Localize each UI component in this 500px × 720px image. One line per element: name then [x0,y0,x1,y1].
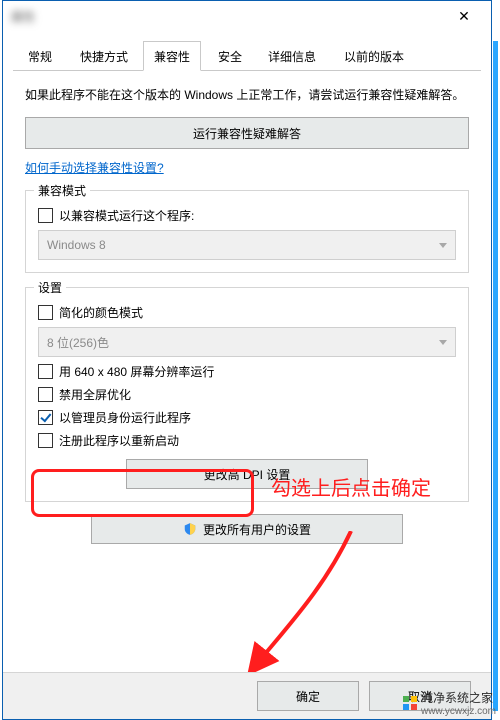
ok-button[interactable]: 确定 [257,681,359,711]
group-compat-legend: 兼容模式 [34,182,90,199]
change-all-users-button[interactable]: 更改所有用户的设置 [91,514,403,544]
checkbox-run-as-admin[interactable]: 以管理员身份运行此程序 [38,409,456,426]
shield-icon [183,522,197,536]
run-troubleshooter-button[interactable]: 运行兼容性疑难解答 [25,117,469,149]
decor-edge [493,41,498,711]
checkbox-compat-mode[interactable]: 以兼容模式运行这个程序: [38,207,456,224]
checkbox-label: 注册此程序以重新启动 [59,432,179,449]
window-title: 属性 [11,8,35,25]
checkbox-box [38,433,53,448]
watermark-logo-icon [403,696,417,710]
checkbox-label: 以兼容模式运行这个程序: [59,207,194,224]
color-depth-select: 8 位(256)色 [38,327,456,357]
group-compat-mode: 兼容模式 以兼容模式运行这个程序: Windows 8 [25,190,469,273]
tab-general[interactable]: 常规 [17,41,63,71]
close-icon: ✕ [458,8,470,25]
checkbox-disable-fullscreen-opt[interactable]: 禁用全屏优化 [38,386,456,403]
watermark: 纯净系统之家 www.ycwxjz.com [403,689,496,717]
close-button[interactable]: ✕ [445,4,483,28]
checkbox-640x480[interactable]: 用 640 x 480 屏幕分辨率运行 [38,363,456,380]
tab-panel-compatibility: 如果此程序不能在这个版本的 Windows 上正常工作，请尝试运行兼容性疑难解答… [3,71,491,544]
title-bar: 属性 ✕ [3,1,491,31]
tab-strip: 常规 快捷方式 兼容性 安全 详细信息 以前的版本 [13,37,481,71]
tab-compatibility[interactable]: 兼容性 [143,41,201,71]
checkbox-box-checked [38,410,53,425]
checkbox-box [38,305,53,320]
chevron-down-icon [439,340,447,345]
watermark-url: www.ycwxjz.com [421,706,496,717]
checkbox-label: 禁用全屏优化 [59,386,131,403]
group-settings: 设置 简化的颜色模式 8 位(256)色 用 640 x 480 屏幕分辨率运行… [25,287,469,502]
checkbox-box [38,208,53,223]
manual-settings-link[interactable]: 如何手动选择兼容性设置? [25,159,164,176]
watermark-name: 纯净系统之家 [421,689,496,706]
tab-security[interactable]: 安全 [207,41,253,71]
tab-previous[interactable]: 以前的版本 [333,41,415,71]
checkbox-register-restart[interactable]: 注册此程序以重新启动 [38,432,456,449]
chevron-down-icon [439,243,447,248]
checkbox-reduced-color[interactable]: 简化的颜色模式 [38,304,456,321]
checkbox-label: 用 640 x 480 屏幕分辨率运行 [59,363,214,380]
tab-shortcut[interactable]: 快捷方式 [69,41,139,71]
checkbox-box [38,387,53,402]
compat-os-select: Windows 8 [38,230,456,260]
checkbox-box [38,364,53,379]
select-value: Windows 8 [47,238,106,252]
annotation-text: 勾选上后点击确定 [271,475,481,503]
tab-details[interactable]: 详细信息 [257,41,327,71]
annotation-arrow [233,531,363,681]
select-value: 8 位(256)色 [47,334,109,351]
group-settings-legend: 设置 [34,279,66,296]
properties-dialog: 属性 ✕ 常规 快捷方式 兼容性 安全 详细信息 以前的版本 如果此程序不能在这… [2,0,492,720]
intro-text: 如果此程序不能在这个版本的 Windows 上正常工作，请尝试运行兼容性疑难解答… [25,85,469,105]
checkbox-label: 简化的颜色模式 [59,304,143,321]
checkbox-label: 以管理员身份运行此程序 [59,409,191,426]
